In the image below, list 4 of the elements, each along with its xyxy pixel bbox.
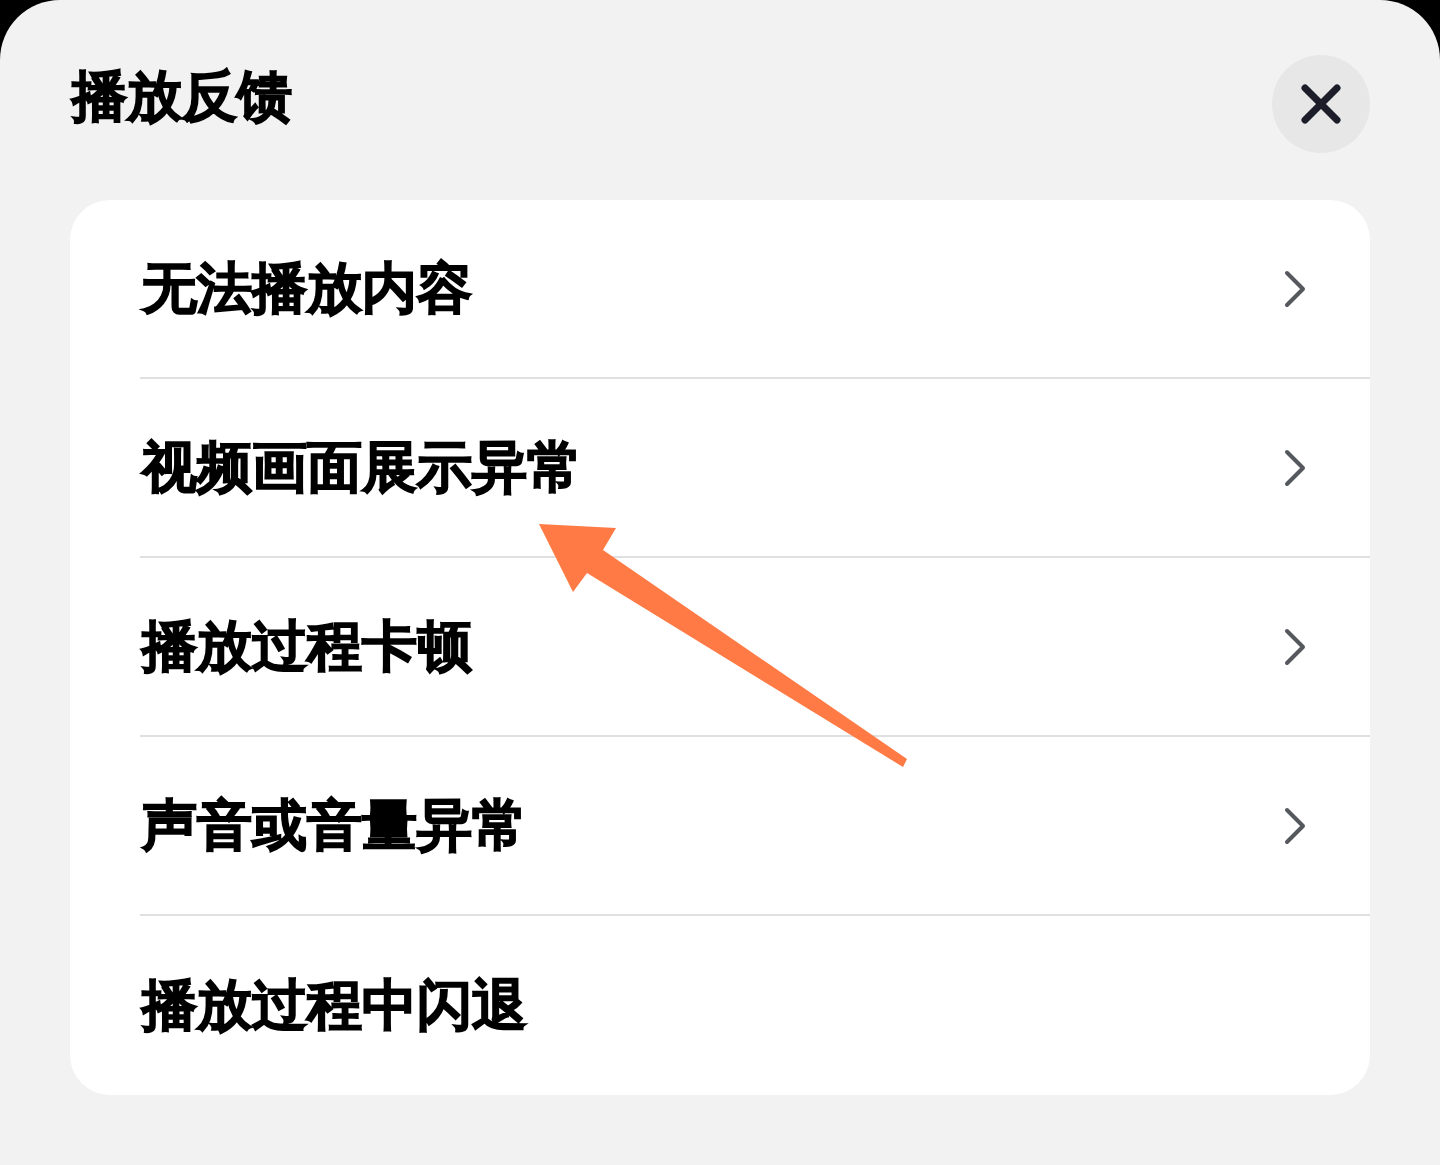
- option-item[interactable]: 播放过程中闪退: [140, 916, 1370, 1095]
- sheet-title: 播放反馈: [72, 69, 292, 124]
- option-item[interactable]: 无法播放内容: [140, 200, 1370, 379]
- close-icon: [1301, 84, 1341, 124]
